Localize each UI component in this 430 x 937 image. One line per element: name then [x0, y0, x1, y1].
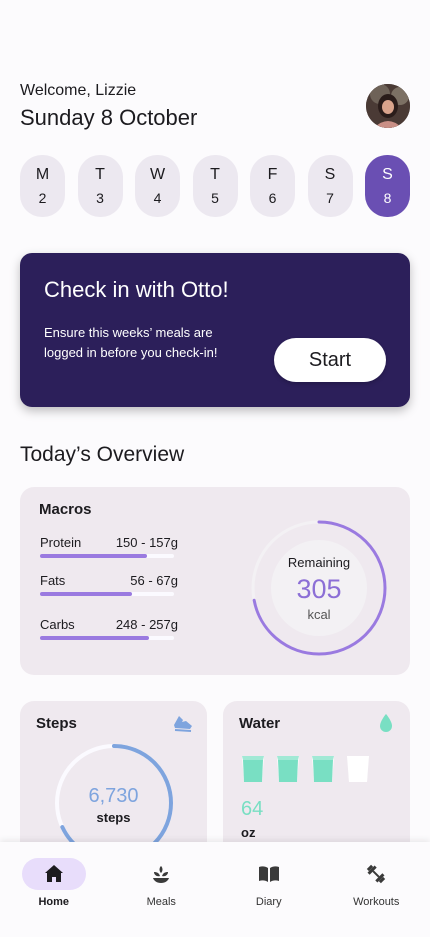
nav-indicator [129, 858, 193, 890]
macro-track [40, 554, 174, 558]
day-number: 8 [383, 190, 392, 206]
steps-unit: steps [96, 810, 131, 825]
day-sunday-selected[interactable]: S8 [365, 155, 410, 217]
remaining-label: Remaining [287, 554, 351, 570]
day-letter: S [382, 166, 393, 183]
book-icon [258, 866, 279, 882]
water-title: Water [239, 715, 281, 732]
nav-label: Meals [146, 896, 176, 908]
day-letter: T [95, 166, 105, 183]
macros-card[interactable]: Macros Protein 150 - 157g Fats 56 - 67g … [20, 487, 410, 675]
overview-title: Today’s Overview [20, 443, 185, 466]
water-value: 64 [241, 798, 264, 820]
nav-label: Workouts [353, 896, 400, 908]
nav-indicator [344, 858, 408, 890]
nav-diary[interactable]: Diary [221, 842, 317, 937]
day-number: 5 [211, 190, 219, 206]
remaining-unit: kcal [307, 606, 331, 622]
macro-range: 150 - 157g [115, 535, 178, 550]
day-number: 2 [38, 190, 47, 206]
macros-title: Macros [39, 501, 92, 518]
remaining-value: 305 [296, 573, 342, 604]
checkin-card: Check in with Otto! Ensure this weeks’ m… [20, 253, 410, 407]
water-glasses [241, 755, 370, 783]
macro-track [40, 636, 174, 640]
day-letter: F [267, 166, 278, 183]
calories-summary: Remaining 305 kcal [271, 540, 367, 636]
day-letter: M [35, 166, 50, 183]
macro-range: 56 - 67g [130, 573, 178, 588]
nav-indicator [21, 858, 86, 890]
avatar[interactable] [366, 84, 410, 128]
macro-fill [40, 592, 133, 596]
dumbbell-icon [367, 864, 386, 884]
start-button[interactable]: Start [274, 338, 386, 382]
day-number: 4 [153, 190, 162, 206]
water-drop-icon [374, 711, 398, 735]
macro-name: Protein [40, 535, 82, 550]
nav-workouts[interactable]: Workouts [328, 842, 424, 937]
week-day-selector: M2 T3 W4 T5 F6 S7 S8 [20, 155, 410, 217]
day-number: 7 [326, 190, 334, 206]
day-thursday[interactable]: T5 [192, 155, 238, 217]
nav-label: Diary [255, 896, 282, 908]
day-wednesday[interactable]: W4 [135, 155, 180, 217]
macro-name: Fats [40, 573, 66, 588]
checkin-title: Check in with Otto! [44, 277, 229, 302]
day-letter: S [324, 166, 336, 183]
glass-full-icon[interactable] [311, 755, 335, 783]
nav-label: Home [38, 896, 70, 908]
macro-fill [40, 554, 148, 558]
water-unit: oz [241, 825, 256, 840]
shoe-icon [171, 711, 195, 735]
steps-title: Steps [36, 715, 77, 732]
macro-name: Carbs [40, 617, 75, 632]
steps-value: 6,730 [88, 785, 139, 807]
nav-indicator [237, 858, 301, 890]
macro-track [40, 592, 174, 596]
macro-fill [40, 636, 149, 640]
day-tuesday[interactable]: T3 [77, 155, 123, 217]
day-number: 3 [96, 190, 104, 206]
glass-full-icon[interactable] [241, 755, 265, 783]
calories-ring: Remaining 305 kcal [250, 519, 388, 657]
home-icon [44, 865, 63, 882]
day-saturday[interactable]: S7 [307, 155, 353, 217]
glass-full-icon[interactable] [276, 755, 300, 783]
glass-empty-icon[interactable] [346, 755, 370, 783]
day-letter: T [210, 166, 220, 183]
day-letter: W [149, 166, 166, 183]
bottom-navigation: Home Meals Diary Workouts [0, 842, 430, 937]
date-title: Sunday 8 October [20, 105, 198, 130]
macro-range: 248 - 257g [115, 617, 178, 632]
checkin-description: Ensure this weeks’ meals are logged in b… [44, 325, 218, 360]
nav-home[interactable]: Home [6, 842, 102, 937]
day-monday[interactable]: M2 [20, 155, 65, 217]
meals-icon [153, 866, 170, 883]
day-friday[interactable]: F6 [250, 155, 295, 217]
welcome-text: Welcome, Lizzie [20, 82, 137, 99]
nav-meals[interactable]: Meals [113, 842, 209, 937]
day-number: 6 [268, 190, 277, 206]
header: Welcome, Lizzie Sunday 8 October [20, 82, 410, 132]
